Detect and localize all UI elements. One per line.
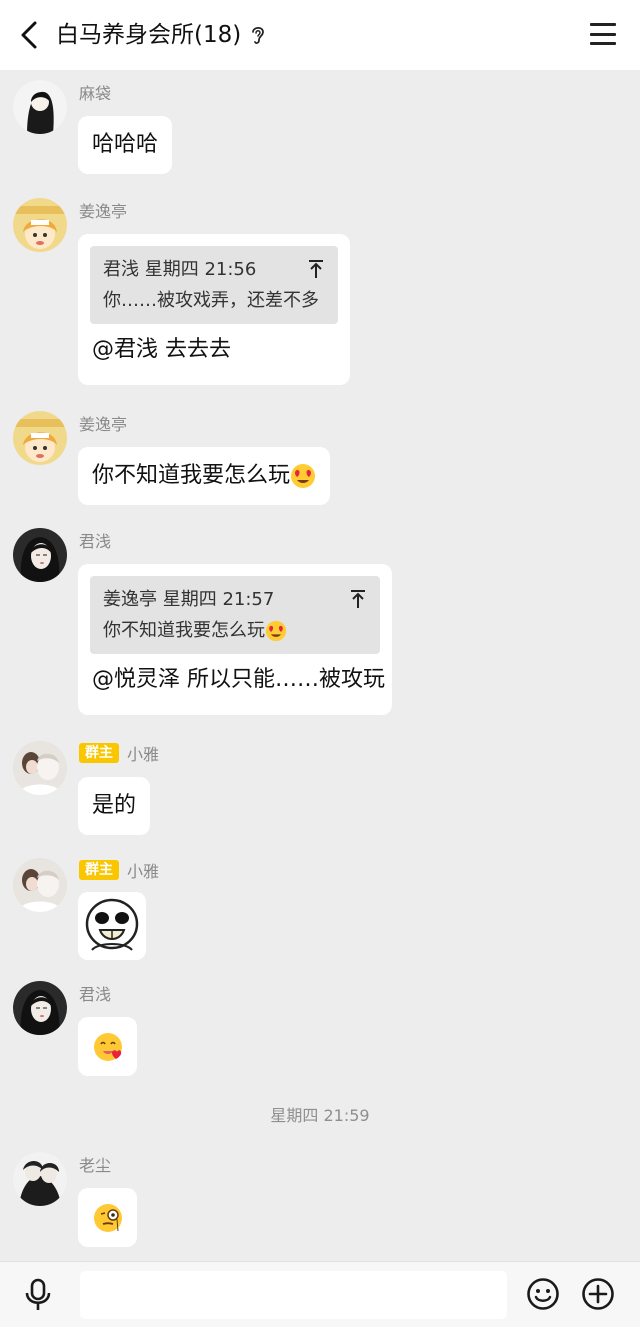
heart-eyes-emoji — [291, 464, 316, 488]
sender-name: 君浅 — [79, 985, 112, 1004]
ear-icon — [250, 24, 266, 46]
message-bubble[interactable]: 你不知道我要怎么玩 — [78, 447, 331, 505]
sender-name: 小雅 — [127, 862, 160, 881]
sender-name-row: 君浅 — [79, 982, 111, 1004]
avatar[interactable] — [13, 528, 67, 582]
message-text: 是的 — [92, 793, 137, 818]
sender-name-row: 群主 小雅 — [79, 859, 159, 881]
microphone-icon[interactable] — [22, 1278, 54, 1312]
group-owner-badge: 群主 — [79, 860, 119, 880]
sender-name-row: 姜逸亭 — [79, 412, 127, 434]
sender-name-row: 麻袋 — [79, 81, 111, 103]
smiley-icon[interactable] — [526, 1277, 560, 1311]
sender-name: 君浅 — [79, 532, 112, 551]
avatar[interactable] — [13, 981, 67, 1035]
quoted-message[interactable]: 姜逸亭 星期四 21:57 你不知道我要怎么玩 — [90, 576, 380, 654]
sender-name-row: 姜逸亭 — [79, 199, 127, 221]
message-input[interactable] — [80, 1271, 507, 1319]
message-bubble[interactable]: 是的 — [78, 777, 151, 835]
message-bubble[interactable]: 姜逸亭 星期四 21:57 你不知道我要怎么玩 @悦灵泽 所以只能……被攻玩 — [78, 564, 392, 715]
sender-name: 小雅 — [127, 745, 160, 764]
group-name: 白马养身会所(18) — [56, 22, 242, 48]
sender-name: 姜逸亭 — [79, 415, 128, 434]
message-text: 你不知道我要怎么玩 — [78, 447, 330, 505]
chat-message-list[interactable]: 麻袋 哈哈哈 姜逸亭 君浅 星期四 21:56 你……被攻戏弄，还差不多 @君浅… — [0, 70, 640, 1261]
sender-name: 老尘 — [79, 1156, 112, 1175]
avatar[interactable] — [13, 1152, 67, 1206]
plus-circle-icon[interactable] — [581, 1277, 615, 1311]
heart-tongue-emoji — [93, 1032, 122, 1061]
quote-text-content: 你不知道我要怎么玩 — [103, 620, 265, 641]
chevron-left-icon — [21, 21, 37, 49]
quote-header: 姜逸亭 星期四 21:57 — [103, 589, 275, 610]
timestamp: 星期四 21:59 — [270, 1106, 370, 1125]
sender-name-row: 君浅 — [79, 529, 111, 551]
avatar[interactable] — [13, 411, 67, 465]
sender-name-row: 群主 小雅 — [79, 742, 159, 764]
quote-header: 君浅 星期四 21:56 — [103, 259, 257, 280]
laughing-face-sticker[interactable] — [78, 892, 146, 960]
message-text-content: 你不知道我要怎么玩 — [92, 463, 291, 488]
monocle-emoji — [93, 1203, 122, 1232]
heart-eyes-emoji — [265, 620, 287, 642]
sender-name-row: 老尘 — [79, 1153, 111, 1175]
sender-name: 麻袋 — [79, 84, 112, 103]
quote-text: 你……被攻戏弄，还差不多 — [103, 290, 319, 311]
avatar[interactable] — [13, 741, 67, 795]
input-bar — [0, 1261, 640, 1327]
chat-title[interactable]: 白马养身会所(18) — [56, 18, 266, 52]
pin-top-icon — [351, 590, 365, 608]
message-text: 哈哈哈 — [92, 132, 159, 157]
message-bubble[interactable]: 哈哈哈 — [78, 116, 173, 174]
chat-header: 白马养身会所(18) — [0, 0, 640, 70]
hamburger-menu-icon[interactable] — [590, 23, 616, 45]
pin-top-icon — [309, 260, 323, 278]
avatar[interactable] — [13, 198, 67, 252]
message-bubble[interactable] — [78, 1188, 137, 1247]
message-bubble[interactable]: 君浅 星期四 21:56 你……被攻戏弄，还差不多 @君浅 去去去 — [78, 234, 350, 385]
avatar[interactable] — [13, 858, 67, 912]
quote-text: 你不知道我要怎么玩 — [103, 616, 367, 646]
message-text: @君浅 去去去 — [92, 337, 231, 362]
back-button[interactable] — [14, 19, 44, 51]
message-bubble[interactable] — [78, 1017, 137, 1076]
avatar[interactable] — [13, 80, 67, 134]
quoted-message[interactable]: 君浅 星期四 21:56 你……被攻戏弄，还差不多 — [90, 246, 338, 324]
sender-name: 姜逸亭 — [79, 202, 128, 221]
group-owner-badge: 群主 — [79, 743, 119, 763]
message-text: @悦灵泽 所以只能……被攻玩 — [92, 667, 385, 692]
